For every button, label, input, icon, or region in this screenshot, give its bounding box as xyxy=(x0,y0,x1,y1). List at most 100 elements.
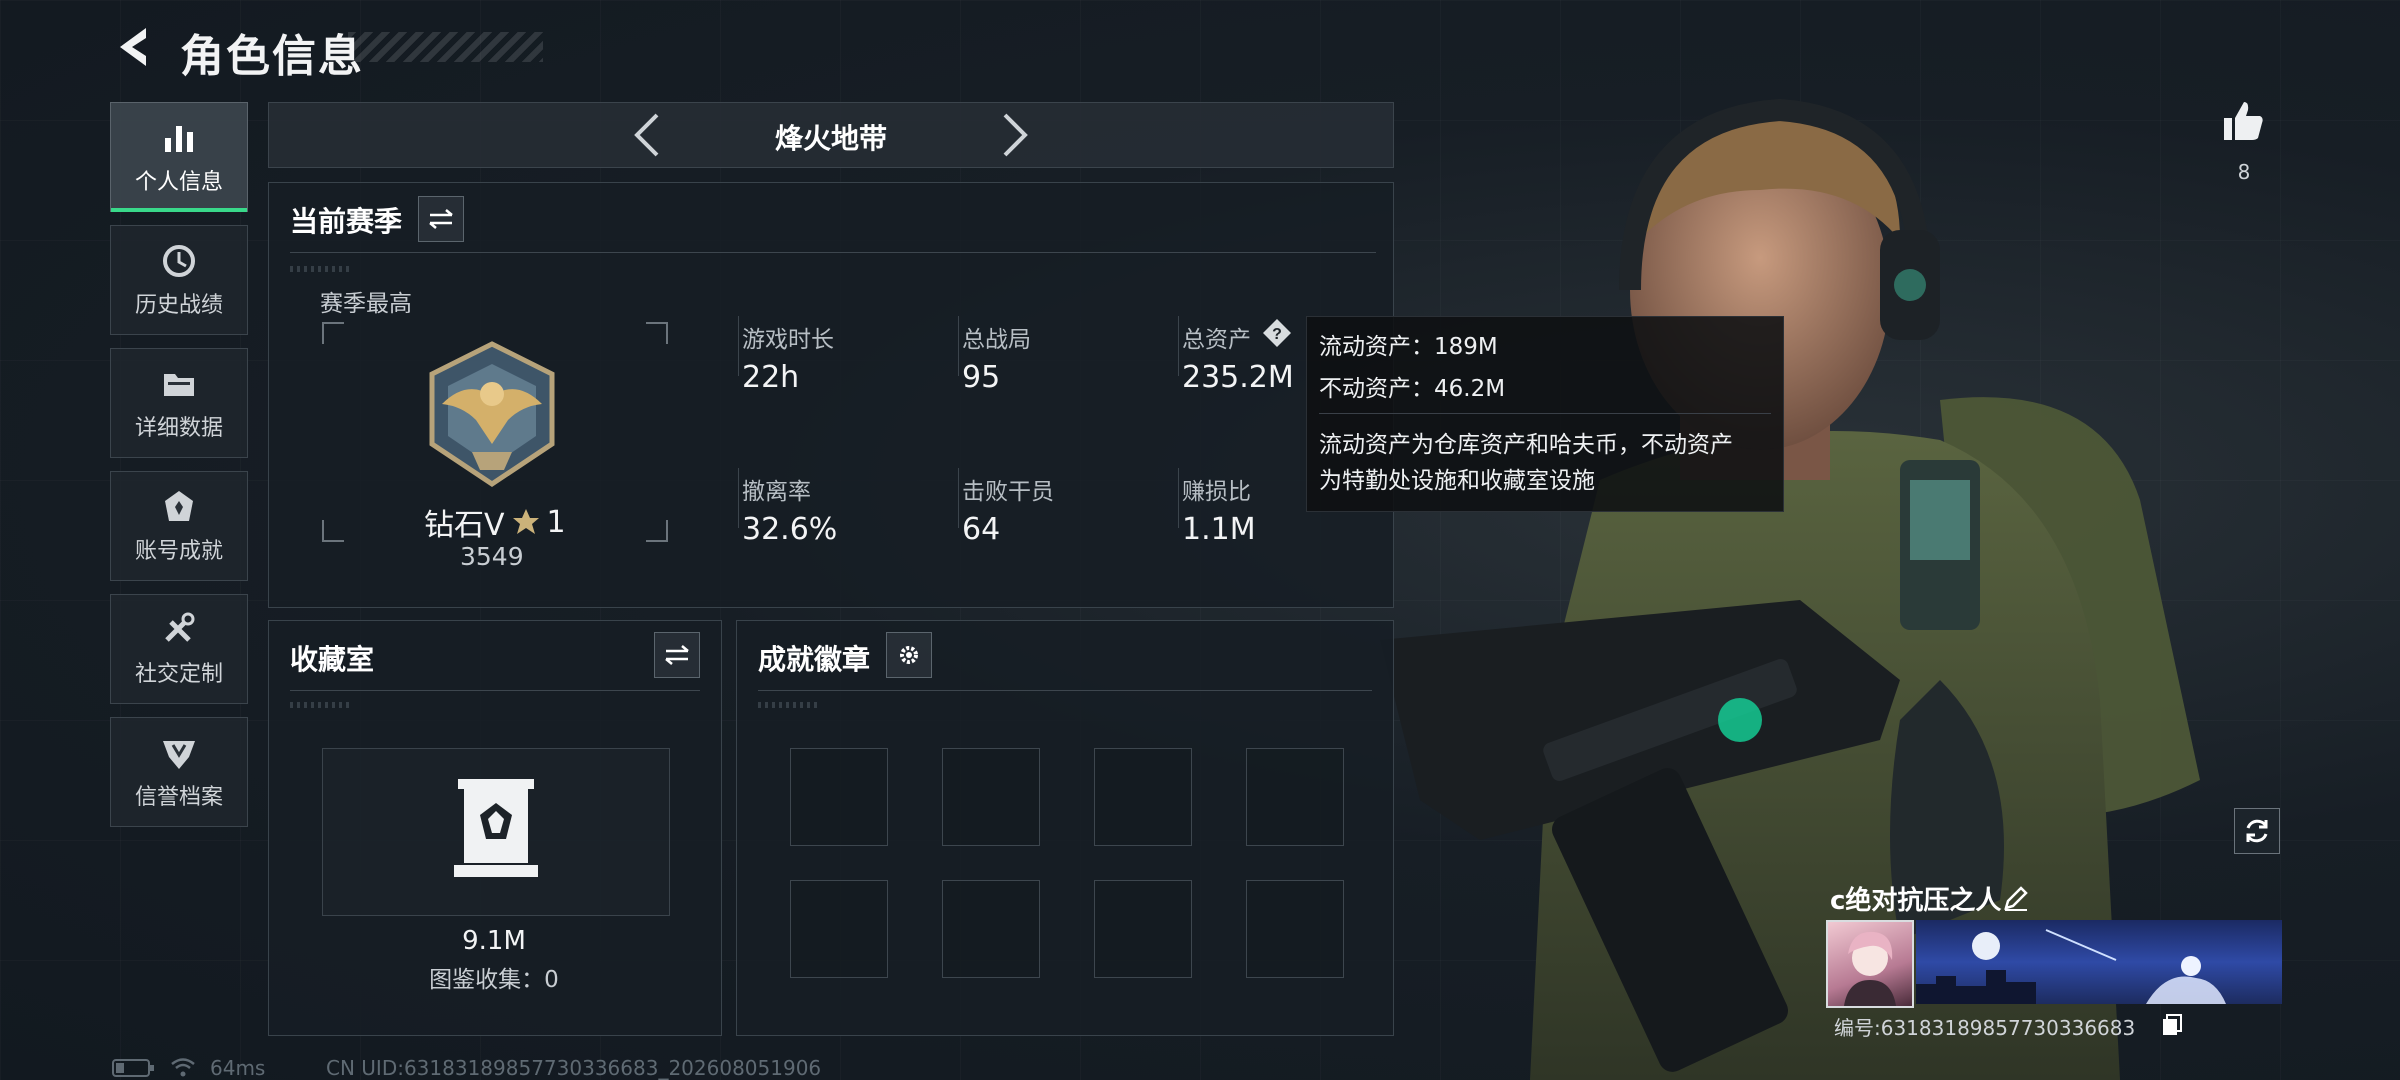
refresh-button[interactable] xyxy=(2234,808,2280,854)
collection-display[interactable] xyxy=(322,748,670,916)
rank-name-row: 钻石V 1 xyxy=(424,500,566,544)
stat-separator xyxy=(738,316,739,376)
sidebar-item-label: 账号成就 xyxy=(134,539,223,564)
badge-slot[interactable] xyxy=(1246,880,1344,978)
player-name: c绝对抗压之人 xyxy=(1830,886,2002,916)
thumbs-up-icon[interactable] xyxy=(2218,96,2268,146)
badge-slot[interactable] xyxy=(1246,748,1344,846)
question-icon: ? xyxy=(1263,319,1291,347)
swap-icon xyxy=(429,209,453,229)
season-switch-button[interactable] xyxy=(418,196,464,242)
reputation-icon xyxy=(163,741,195,769)
gear-icon xyxy=(900,646,918,664)
stat-separator xyxy=(738,468,739,528)
badge-slot[interactable] xyxy=(942,880,1040,978)
bar-chart-icon xyxy=(165,126,193,152)
stat-value-kills: 64 xyxy=(962,512,1001,547)
sidebar: 个人信息 历史战绩 详细数据 账号成就 社交定制 信誉档案 xyxy=(110,102,250,840)
collection-switch-button[interactable] xyxy=(654,632,700,678)
stat-label-profit-ratio: 赚损比 xyxy=(1182,479,1251,505)
decor-marks xyxy=(290,702,350,708)
season-best-label: 赛季最高 xyxy=(320,291,412,317)
stat-label-playtime: 游戏时长 xyxy=(742,327,834,353)
stat-value-extract-rate: 32.6% xyxy=(742,512,838,547)
season-title: 当前赛季 xyxy=(290,205,403,238)
history-clock-icon xyxy=(163,245,195,277)
night-city-banner-icon xyxy=(1916,929,2226,1004)
decor-marks xyxy=(290,266,350,272)
rank-stars: 1 xyxy=(546,504,566,540)
player-id: 编号:63183189857730336683 xyxy=(1834,1016,2136,1040)
badges-settings-button[interactable] xyxy=(886,632,932,678)
sidebar-item-history[interactable]: 历史战绩 xyxy=(110,225,248,335)
star-icon xyxy=(512,509,539,534)
badge-slot[interactable] xyxy=(1094,748,1192,846)
sidebar-item-label: 个人信息 xyxy=(134,170,223,195)
svg-text:?: ? xyxy=(1272,326,1282,343)
avatar[interactable] xyxy=(1826,920,1914,1008)
sidebar-item-achievements[interactable]: 账号成就 xyxy=(110,471,248,581)
badges-divider xyxy=(758,690,1372,691)
next-mode-arrow-icon[interactable] xyxy=(991,111,1037,159)
sidebar-item-reputation[interactable]: 信誉档案 xyxy=(110,717,248,827)
sidebar-item-detailed-data[interactable]: 详细数据 xyxy=(110,348,248,458)
refresh-icon xyxy=(2246,819,2268,843)
badges-title: 成就徽章 xyxy=(758,643,871,676)
wifi-icon xyxy=(171,1058,195,1077)
stat-separator xyxy=(958,468,959,528)
folder-icon xyxy=(164,374,194,396)
stat-value-profit-ratio: 1.1M xyxy=(1182,512,1256,547)
sidebar-item-social-custom[interactable]: 社交定制 xyxy=(110,594,248,704)
profile-banner[interactable] xyxy=(1916,920,2282,1004)
collection-divider xyxy=(290,690,700,691)
tooltip-desc-line2: 为特勤处设施和收藏室设施 xyxy=(1319,468,1595,494)
copy-icon[interactable] xyxy=(2160,1012,2184,1036)
collection-catalog: 图鉴收集：0 xyxy=(429,967,559,993)
stat-value-total-matches: 95 xyxy=(962,360,1001,395)
stat-separator xyxy=(1178,316,1179,376)
decor-marks xyxy=(758,702,818,708)
back-arrow-icon[interactable] xyxy=(110,22,160,72)
badge-slot[interactable] xyxy=(942,748,1040,846)
tooltip-desc-line1: 流动资产为仓库资产和哈夫币，不动资产 xyxy=(1319,432,1733,458)
like-count: 8 xyxy=(2237,160,2251,184)
stat-label-total-assets: 总资产 xyxy=(1182,327,1251,353)
stat-value-total-assets: 235.2M xyxy=(1182,360,1294,395)
stat-value-playtime: 22h xyxy=(742,360,800,395)
tooltip-liquid-assets: 流动资产：189M xyxy=(1319,334,1498,360)
avatar-portrait-icon xyxy=(1844,931,1896,1006)
page-title: 角色信息 xyxy=(180,31,364,82)
tooltip-divider xyxy=(1319,413,1771,414)
rank-emblem-icon xyxy=(429,341,555,488)
tools-icon xyxy=(165,612,195,642)
collection-case-icon xyxy=(454,779,538,877)
sidebar-item-personal-info[interactable]: 个人信息 xyxy=(110,102,248,212)
collection-title: 收藏室 xyxy=(290,643,375,676)
sidebar-item-label: 社交定制 xyxy=(134,662,223,687)
stat-separator xyxy=(1178,468,1179,528)
season-divider xyxy=(290,252,1376,253)
title-decoration xyxy=(348,32,543,62)
sidebar-item-label: 信誉档案 xyxy=(134,785,223,810)
mode-selector: 烽火地带 xyxy=(268,102,1394,168)
uid-text: CN UID:63183189857730336683_202608051906 xyxy=(326,1056,822,1080)
battery-icon xyxy=(112,1059,154,1077)
achievement-icon xyxy=(165,491,193,521)
edit-pencil-icon[interactable] xyxy=(2002,884,2030,912)
badge-slot[interactable] xyxy=(1094,880,1192,978)
stat-label-kills: 击败干员 xyxy=(962,479,1054,505)
badge-slot[interactable] xyxy=(790,880,888,978)
rank-name: 钻石V xyxy=(424,508,505,543)
tooltip-fixed-assets: 不动资产：46.2M xyxy=(1319,376,1506,402)
stat-label-total-matches: 总战局 xyxy=(962,327,1031,353)
assets-tooltip: 流动资产：189M 不动资产：46.2M 流动资产为仓库资产和哈夫币，不动资产 … xyxy=(1306,316,1784,512)
help-button[interactable]: ? xyxy=(1262,318,1292,348)
sidebar-item-label: 详细数据 xyxy=(134,416,223,441)
badge-slot[interactable] xyxy=(790,748,888,846)
rank-score: 3549 xyxy=(460,542,524,571)
collection-value: 9.1M xyxy=(462,926,526,956)
stat-label-extract-rate: 撤离率 xyxy=(742,479,811,505)
ping-indicator: 64ms xyxy=(210,1056,266,1080)
mode-title: 烽火地带 xyxy=(774,122,887,155)
sidebar-item-label: 历史战绩 xyxy=(134,293,223,318)
